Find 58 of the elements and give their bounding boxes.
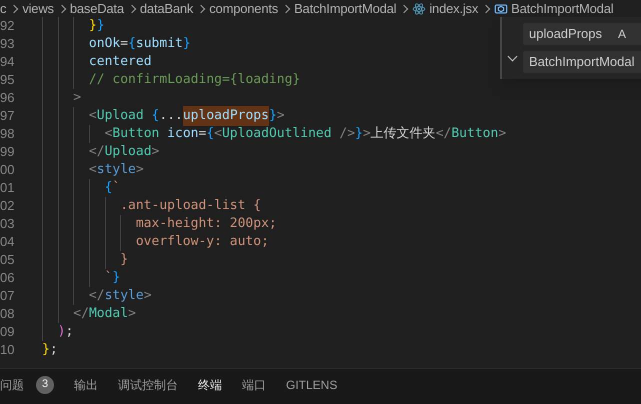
- line-number: 96: [0, 89, 16, 108]
- breadcrumb-item[interactable]: BatchImportModal: [511, 0, 614, 18]
- line-number: 05: [0, 251, 16, 270]
- breadcrumb-item[interactable]: components: [209, 0, 278, 18]
- line-number: 10: [0, 341, 16, 360]
- code-line: {`: [42, 179, 120, 197]
- panel-tab[interactable]: 终端: [198, 376, 222, 394]
- line-number: 93: [0, 35, 16, 54]
- match-case-button[interactable]: A: [618, 25, 626, 43]
- code-line: onOk={submit}: [42, 35, 191, 53]
- line-number: 98: [0, 125, 16, 144]
- code-line: }}: [42, 17, 105, 35]
- panel-tab[interactable]: GITLENS: [286, 376, 338, 394]
- code-line: max-height: 200px;: [42, 215, 277, 233]
- code-line: // confirmLoading={loading}: [42, 71, 300, 89]
- line-number: 08: [0, 305, 16, 324]
- code-line: <Upload {...uploadProps}>: [42, 107, 285, 125]
- code-line: </style>: [42, 287, 152, 305]
- line-number: 01: [0, 179, 16, 198]
- line-number: 04: [0, 233, 16, 252]
- find-field[interactable]: uploadProps A: [523, 23, 641, 45]
- code-line: <Button icon={<UploadOutlined />}>上传文件夹</Button>: [42, 125, 506, 143]
- line-number: 09: [0, 323, 16, 342]
- breadcrumb-item[interactable]: baseData: [70, 0, 124, 18]
- symbol-icon: [494, 2, 508, 16]
- line-number: 00: [0, 161, 16, 180]
- line-number: 95: [0, 71, 16, 90]
- panel-tab[interactable]: 输出: [74, 376, 98, 394]
- code-line: `}: [42, 269, 120, 287]
- breadcrumb-item[interactable]: index.jsx: [429, 0, 478, 18]
- code-line: }: [42, 251, 128, 269]
- breadcrumb-item[interactable]: views: [22, 0, 54, 18]
- panel-tab[interactable]: 调试控制台: [118, 376, 178, 394]
- code-line: <style>: [42, 161, 144, 179]
- code-line: .ant-upload-list {: [42, 197, 262, 215]
- panel-tab[interactable]: 端口: [242, 376, 266, 394]
- code-line: );: [42, 323, 74, 341]
- code-line: overflow-y: auto;: [42, 233, 269, 251]
- line-number: 97: [0, 107, 16, 126]
- code-line: </Modal>: [42, 305, 136, 323]
- count-badge: 3: [36, 376, 54, 394]
- line-number: 94: [0, 53, 16, 72]
- line-number: 99: [0, 143, 16, 162]
- react-icon: [412, 2, 426, 16]
- code-line: </Upload>: [42, 143, 160, 161]
- code-line: centered: [42, 53, 152, 71]
- line-number: 03: [0, 215, 16, 234]
- breadcrumb-item[interactable]: dataBank: [140, 0, 194, 18]
- replace-field[interactable]: BatchImportModal: [523, 51, 641, 73]
- code-line: };: [42, 341, 58, 359]
- line-number: 06: [0, 269, 16, 288]
- line-number: 92: [0, 17, 16, 36]
- line-number: 02: [0, 197, 16, 216]
- breadcrumb-item[interactable]: BatchImportModal: [294, 0, 396, 18]
- breadcrumb-item[interactable]: c: [0, 0, 6, 18]
- line-number: 07: [0, 287, 16, 306]
- panel-tab[interactable]: 问题: [0, 376, 24, 394]
- code-line: >: [42, 89, 82, 107]
